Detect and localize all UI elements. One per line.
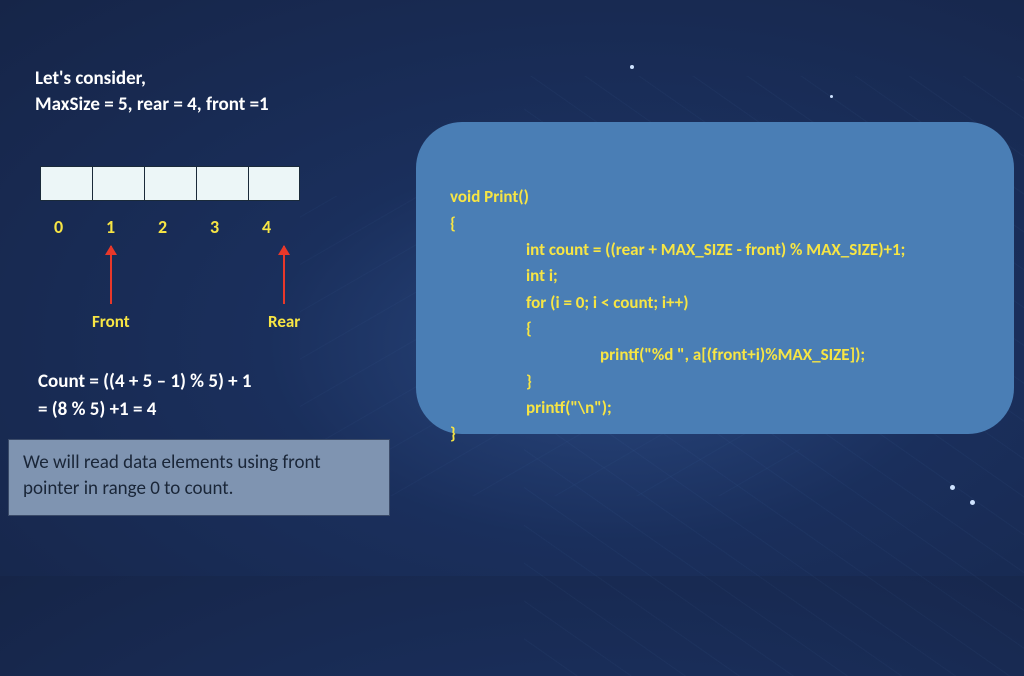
front-label: Front bbox=[92, 311, 130, 332]
array-cell bbox=[144, 166, 196, 201]
array-cell bbox=[248, 166, 300, 201]
array-indices: 0 1 2 3 4 bbox=[40, 216, 300, 238]
index-label: 3 bbox=[196, 216, 248, 238]
intro-text: Let's consider, MaxSize = 5, rear = 4, f… bbox=[35, 66, 269, 117]
bg-dot bbox=[830, 95, 833, 98]
intro-line1: Let's consider, bbox=[35, 66, 269, 92]
code-line: { bbox=[450, 316, 986, 342]
count-line2: = (8 % 5) +1 = 4 bbox=[38, 396, 252, 424]
index-label: 1 bbox=[92, 216, 144, 238]
code-line: for (i = 0; i < count; i++) bbox=[450, 290, 986, 316]
code-line: printf("%d ", a[(front+i)%MAX_SIZE]); bbox=[450, 342, 986, 368]
array-cell bbox=[92, 166, 144, 201]
bg-dot bbox=[970, 500, 975, 505]
array-cell bbox=[196, 166, 248, 201]
rear-label: Rear bbox=[268, 311, 300, 332]
front-arrow bbox=[110, 246, 112, 304]
count-line1: Count = ((4 + 5 – 1) % 5) + 1 bbox=[38, 368, 252, 396]
bg-dot bbox=[950, 485, 955, 490]
intro-line2: MaxSize = 5, rear = 4, front =1 bbox=[35, 92, 269, 118]
count-calculation: Count = ((4 + 5 – 1) % 5) + 1 = (8 % 5) … bbox=[38, 368, 252, 423]
note-box: We will read data elements using front p… bbox=[8, 439, 390, 516]
index-label: 2 bbox=[144, 216, 196, 238]
code-line: int count = ((rear + MAX_SIZE - front) %… bbox=[450, 237, 986, 263]
bg-dot bbox=[630, 65, 634, 69]
code-line: { bbox=[450, 213, 456, 234]
code-box: void Print() { int count = ((rear + MAX_… bbox=[416, 122, 1014, 434]
rear-arrow bbox=[283, 246, 285, 304]
index-label: 0 bbox=[40, 216, 92, 238]
index-label: 4 bbox=[248, 216, 300, 238]
code-line: } bbox=[450, 423, 456, 444]
code-line: void Print() bbox=[450, 186, 529, 207]
note-text: We will read data elements using front p… bbox=[23, 451, 321, 500]
array-cell bbox=[40, 166, 92, 201]
code-line: } bbox=[450, 369, 986, 395]
code-line: printf("\n"); bbox=[450, 395, 986, 421]
code-line: int i; bbox=[450, 263, 986, 289]
array-cells bbox=[40, 166, 300, 201]
